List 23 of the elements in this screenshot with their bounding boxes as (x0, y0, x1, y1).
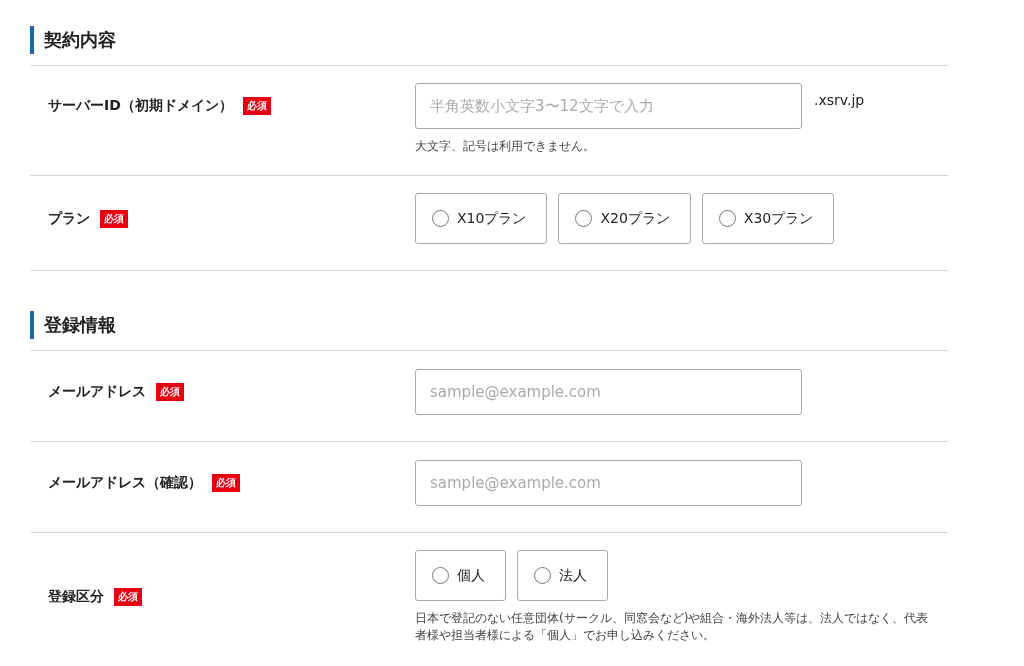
field-label: メールアドレス（確認） (48, 474, 202, 492)
required-badge: 必須 (212, 474, 240, 492)
radio-option[interactable]: X20プラン (558, 193, 691, 244)
domain-suffix: .xsrv.jp (814, 92, 865, 108)
required-badge: 必須 (242, 97, 271, 115)
field-label: サーバーID（初期ドメイン） (48, 97, 233, 115)
field-label: プラン (48, 209, 90, 228)
section-heading: 契約内容 (30, 26, 948, 54)
field-label: 登録区分 (48, 588, 104, 606)
hint-text: 日本で登記のない任意団体(サークル、同窓会など)や組合・海外法人等は、法人ではなく、代表者様や担当者様による「個人」でお申し込みください。 (415, 610, 930, 644)
field-label: メールアドレス (48, 383, 146, 401)
required-badge: 必須 (156, 383, 184, 401)
radio-option[interactable]: X10プラン (415, 193, 548, 244)
input-field[interactable]: sample@example.com (415, 460, 802, 506)
input-field[interactable]: sample@example.com (415, 369, 802, 415)
section-heading: 登録情報 (30, 311, 948, 339)
hint-text: 大文字、記号は利用できません。 (415, 138, 596, 155)
radio-option[interactable]: 個人 (415, 550, 506, 601)
required-badge: 必須 (100, 209, 128, 228)
radio-option[interactable]: 法人 (517, 550, 608, 601)
radio-option[interactable]: X30プラン (701, 193, 835, 244)
input-field[interactable]: 半角英数小文字3〜12文字で入力 (415, 83, 802, 129)
required-badge: 必須 (114, 588, 142, 606)
